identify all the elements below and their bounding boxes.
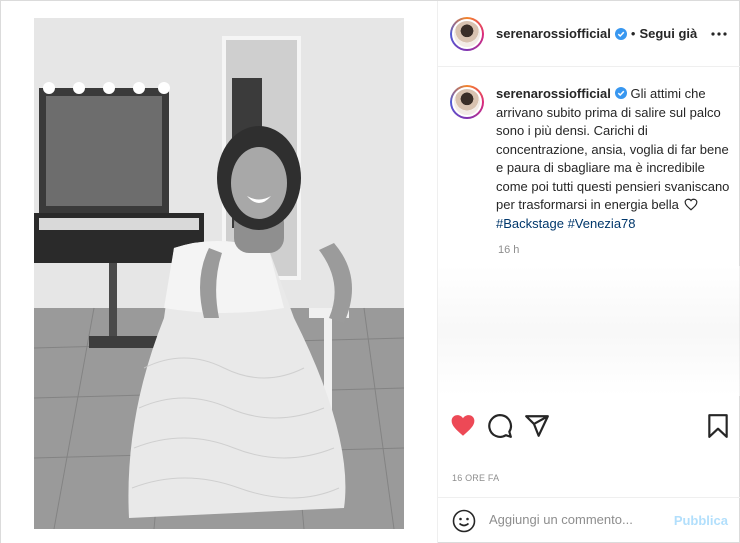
hashtag-backstage[interactable]: #Backstage [496, 216, 564, 231]
action-bar [438, 405, 740, 445]
post-photo[interactable] [34, 18, 404, 529]
following-button[interactable]: Segui già [639, 26, 697, 41]
publish-button[interactable]: Pubblica [674, 513, 728, 528]
caption-time: 16 h [498, 244, 520, 256]
comments-area [438, 266, 740, 396]
emoji-icon[interactable] [452, 509, 476, 533]
white-heart-emoji-icon [685, 198, 698, 211]
post-timestamp: 16 ORE FA [452, 473, 500, 483]
caption-avatar[interactable] [450, 85, 484, 119]
share-icon[interactable] [524, 413, 550, 439]
bookmark-icon[interactable] [705, 413, 731, 439]
post-caption: serenarossiofficial Gli attimi che arriv… [450, 85, 732, 233]
backstage-photo-illustration [34, 18, 404, 529]
instagram-post: serenarossiofficial • Segui già serenaro… [0, 0, 740, 543]
header-username[interactable]: serenarossiofficial [496, 26, 611, 41]
header-separator: • [630, 26, 636, 41]
avatar[interactable] [450, 16, 484, 51]
caption-text-block: serenarossiofficial Gli attimi che arriv… [496, 85, 732, 233]
comment-icon[interactable] [487, 413, 513, 439]
comment-input[interactable] [489, 512, 669, 527]
more-options-icon[interactable] [710, 25, 728, 43]
hashtag-venezia78[interactable]: #Venezia78 [568, 216, 636, 231]
comment-form: Pubblica [438, 497, 740, 543]
caption-avatar-image [452, 87, 482, 117]
post-media [1, 1, 437, 543]
avatar-image [452, 18, 482, 49]
caption-verified-badge-icon [614, 87, 627, 99]
post-header: serenarossiofficial • Segui già [438, 1, 740, 67]
caption-body: Gli attimi che arrivano subito prima di … [496, 86, 730, 212]
heart-filled-icon[interactable] [450, 413, 476, 439]
caption-username[interactable]: serenarossiofficial [496, 86, 611, 101]
post-side-panel: serenarossiofficial • Segui già serenaro… [437, 1, 740, 543]
verified-badge-icon [614, 27, 627, 40]
